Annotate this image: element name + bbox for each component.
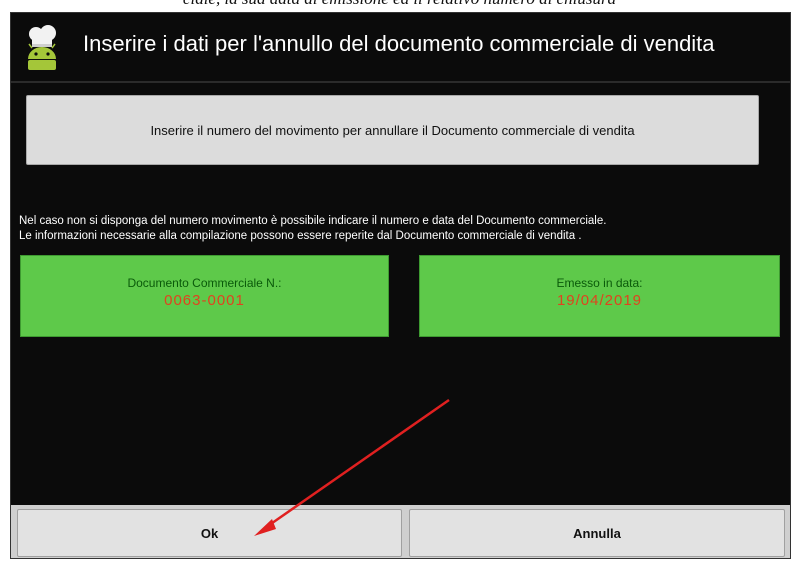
android-chef-icon — [28, 25, 56, 70]
info-line-2: Le informazioni necessarie alla compilaz… — [19, 230, 582, 242]
info-text: Nel caso non si disponga del numero movi… — [19, 214, 784, 244]
document-number-field[interactable]: Documento Commerciale N.: 0063-0001 — [20, 255, 389, 337]
document-number-value: 0063-0001 — [164, 292, 245, 309]
document-header-text: ciale, la sua data di emissione ed il re… — [0, 0, 799, 8]
dialog-button-bar: Ok Annulla — [11, 505, 790, 558]
issue-date-value: 19/04/2019 — [556, 292, 643, 309]
document-number-label: Documento Commerciale N.: — [127, 276, 282, 290]
title-divider — [11, 81, 790, 83]
info-line-1: Nel caso non si disponga del numero movi… — [19, 215, 607, 227]
dialog-title-bar: Inserire i dati per l'annullo del docume… — [11, 13, 790, 83]
issue-date-label: Emesso in data: — [556, 276, 643, 290]
cancel-document-dialog: Inserire i dati per l'annullo del docume… — [10, 12, 791, 559]
dialog-title: Inserire i dati per l'annullo del docume… — [83, 31, 715, 56]
issue-date-field[interactable]: Emesso in data: 19/04/2019 — [419, 255, 780, 337]
ok-button[interactable]: Ok — [17, 509, 402, 557]
cancel-button[interactable]: Annulla — [409, 509, 785, 557]
movement-number-button[interactable]: Inserire il numero del movimento per ann… — [26, 95, 759, 165]
